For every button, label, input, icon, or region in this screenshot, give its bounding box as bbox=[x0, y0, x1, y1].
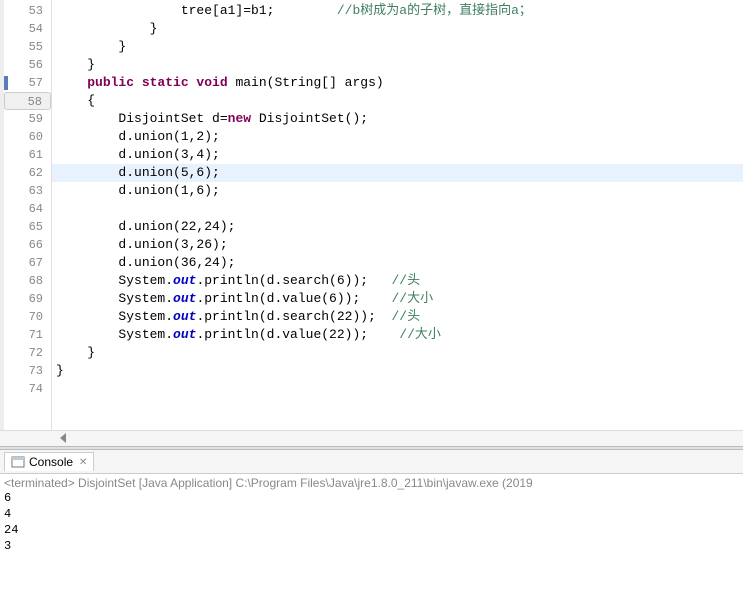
code-token: d.union(36,24); bbox=[56, 255, 235, 270]
code-line[interactable]: DisjointSet d=new DisjointSet(); bbox=[52, 110, 743, 128]
line-number[interactable]: 64 bbox=[4, 200, 51, 218]
code-token: d.union(5,6); bbox=[56, 165, 220, 180]
line-number[interactable]: 70 bbox=[4, 308, 51, 326]
code-token: out bbox=[173, 309, 196, 324]
scroll-left-arrow-icon[interactable] bbox=[60, 433, 66, 443]
code-token: .println(d.value(22)); bbox=[196, 327, 399, 342]
line-number[interactable]: 71 bbox=[4, 326, 51, 344]
close-icon[interactable]: ✕ bbox=[79, 457, 87, 468]
code-token: d.union(1,6); bbox=[56, 183, 220, 198]
console-status-line: <terminated> DisjointSet [Java Applicati… bbox=[4, 476, 739, 490]
console-output-line: 4 bbox=[4, 506, 739, 522]
code-line[interactable]: } bbox=[52, 38, 743, 56]
line-number[interactable]: 62 bbox=[4, 164, 51, 182]
code-line[interactable]: } bbox=[52, 20, 743, 38]
code-token: d.union(1,2); bbox=[56, 129, 220, 144]
console-icon bbox=[11, 455, 25, 469]
code-line[interactable] bbox=[52, 200, 743, 218]
code-token: out bbox=[173, 273, 196, 288]
line-number[interactable]: 73 bbox=[4, 362, 51, 380]
code-token: public static void bbox=[87, 75, 227, 90]
code-line[interactable]: System.out.println(d.search(6)); //头 bbox=[52, 272, 743, 290]
code-token: .println(d.value(6)); bbox=[196, 291, 391, 306]
code-token: out bbox=[173, 327, 196, 342]
line-number[interactable]: 58 bbox=[4, 92, 51, 110]
line-number[interactable]: 59 bbox=[4, 110, 51, 128]
line-number[interactable]: 68 bbox=[4, 272, 51, 290]
line-number[interactable]: 67 bbox=[4, 254, 51, 272]
line-number[interactable]: 63 bbox=[4, 182, 51, 200]
code-token: main(String[] args) bbox=[228, 75, 384, 90]
code-token: System. bbox=[56, 327, 173, 342]
code-token: out bbox=[173, 291, 196, 306]
code-token: //大小 bbox=[391, 291, 433, 306]
code-line[interactable]: } bbox=[52, 56, 743, 74]
code-token: d.union(3,4); bbox=[56, 147, 220, 162]
code-token: //头 bbox=[391, 309, 420, 324]
console-output: 64243 bbox=[4, 490, 739, 554]
line-number[interactable]: 57 bbox=[4, 74, 51, 92]
line-number[interactable]: 65 bbox=[4, 218, 51, 236]
line-number[interactable]: 55 bbox=[4, 38, 51, 56]
code-line[interactable]: d.union(22,24); bbox=[52, 218, 743, 236]
code-token: System. bbox=[56, 309, 173, 324]
console-tab-bar: Console ✕ bbox=[0, 450, 743, 474]
code-token: //b树成为a的子树，直接指向a； bbox=[337, 3, 532, 18]
line-number[interactable]: 54 bbox=[4, 20, 51, 38]
code-line[interactable]: } bbox=[52, 344, 743, 362]
code-token: } bbox=[56, 345, 95, 360]
code-line[interactable]: d.union(1,6); bbox=[52, 182, 743, 200]
code-token: .println(d.search(6)); bbox=[196, 273, 391, 288]
code-line[interactable]: d.union(3,4); bbox=[52, 146, 743, 164]
line-number[interactable]: 74 bbox=[4, 380, 51, 398]
code-token: System. bbox=[56, 291, 173, 306]
console-content[interactable]: <terminated> DisjointSet [Java Applicati… bbox=[0, 474, 743, 556]
code-token: System. bbox=[56, 273, 173, 288]
line-number-gutter: 5354555657585960616263646566676869707172… bbox=[4, 0, 52, 430]
code-line[interactable]: d.union(1,2); bbox=[52, 128, 743, 146]
code-token: d.union(3,26); bbox=[56, 237, 228, 252]
line-number[interactable]: 56 bbox=[4, 56, 51, 74]
code-token: //大小 bbox=[399, 327, 441, 342]
code-token: new bbox=[228, 111, 251, 126]
horizontal-scrollbar[interactable] bbox=[0, 430, 743, 446]
line-number[interactable]: 53 bbox=[4, 2, 51, 20]
code-token: d.union(22,24); bbox=[56, 219, 235, 234]
console-output-line: 3 bbox=[4, 538, 739, 554]
code-token bbox=[56, 75, 87, 90]
code-token: //头 bbox=[391, 273, 420, 288]
line-number[interactable]: 66 bbox=[4, 236, 51, 254]
code-token: } bbox=[56, 363, 64, 378]
console-output-line: 6 bbox=[4, 490, 739, 506]
code-line[interactable]: d.union(3,26); bbox=[52, 236, 743, 254]
line-number[interactable]: 60 bbox=[4, 128, 51, 146]
code-token: } bbox=[56, 57, 95, 72]
code-token: .println(d.search(22)); bbox=[196, 309, 391, 324]
code-token: { bbox=[56, 93, 95, 108]
code-editor[interactable]: 5354555657585960616263646566676869707172… bbox=[0, 0, 743, 430]
line-number[interactable]: 69 bbox=[4, 290, 51, 308]
code-line[interactable]: d.union(36,24); bbox=[52, 254, 743, 272]
code-token: DisjointSet(); bbox=[251, 111, 368, 126]
code-line[interactable]: public static void main(String[] args) bbox=[52, 74, 743, 92]
code-text-area[interactable]: tree[a1]=b1; //b树成为a的子树，直接指向a； } } } pub… bbox=[52, 0, 743, 430]
code-token: } bbox=[56, 21, 157, 36]
console-tab-label: Console bbox=[29, 455, 73, 469]
line-number[interactable]: 72 bbox=[4, 344, 51, 362]
code-line[interactable]: { bbox=[52, 92, 743, 110]
code-line[interactable]: System.out.println(d.value(22)); //大小 bbox=[52, 326, 743, 344]
code-line[interactable]: System.out.println(d.search(22)); //头 bbox=[52, 308, 743, 326]
code-token: tree[a1]=b1; bbox=[56, 3, 337, 18]
console-output-line: 24 bbox=[4, 522, 739, 538]
code-line[interactable]: System.out.println(d.value(6)); //大小 bbox=[52, 290, 743, 308]
console-tab[interactable]: Console ✕ bbox=[4, 452, 94, 471]
line-number[interactable]: 61 bbox=[4, 146, 51, 164]
code-token: } bbox=[56, 39, 126, 54]
code-line[interactable]: tree[a1]=b1; //b树成为a的子树，直接指向a； bbox=[52, 2, 743, 20]
code-line[interactable]: d.union(5,6); bbox=[52, 164, 743, 182]
code-token: DisjointSet d= bbox=[56, 111, 228, 126]
code-line[interactable]: } bbox=[52, 362, 743, 380]
code-line[interactable] bbox=[52, 380, 743, 398]
